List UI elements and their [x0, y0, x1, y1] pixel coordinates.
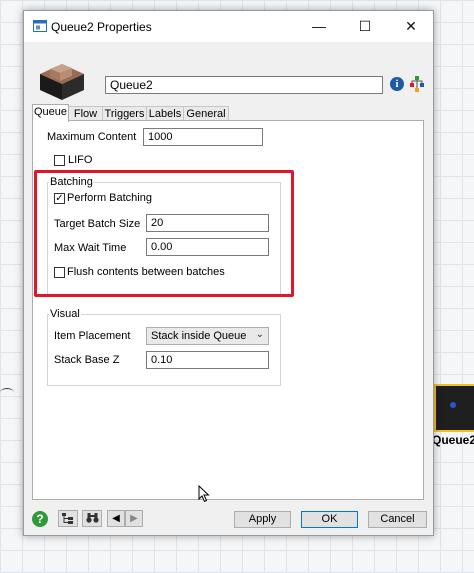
- tree-view-button[interactable]: [58, 510, 78, 527]
- object-center-dot: [450, 402, 456, 408]
- item-placement-value: Stack inside Queue: [151, 330, 247, 342]
- info-icon[interactable]: i: [390, 77, 404, 91]
- dialog-button-bar: ? ◀ ▶ Apply OK Cancel: [24, 503, 433, 535]
- properties-window: Queue2 Properties — ☐ ✕ i Queue Flow Tri…: [23, 10, 434, 536]
- visual-group: [47, 314, 281, 386]
- minimize-button[interactable]: —: [296, 11, 342, 42]
- max-wait-time-input[interactable]: [146, 238, 269, 256]
- stack-base-z-label: Stack Base Z: [54, 354, 120, 366]
- close-button[interactable]: ✕: [388, 11, 434, 42]
- lifo-label: LIFO: [68, 154, 93, 166]
- queue-tab-panel: Maximum Content LIFO Batching ✓ Perform …: [32, 120, 424, 500]
- perform-batching-checkbox[interactable]: ✓: [54, 193, 65, 204]
- tab-labels[interactable]: Labels: [146, 106, 184, 121]
- ok-button[interactable]: OK: [301, 511, 358, 528]
- item-placement-label: Item Placement: [54, 330, 131, 342]
- flush-contents-checkbox[interactable]: [54, 267, 65, 278]
- app-window-icon: [33, 20, 47, 32]
- queue2-model-object[interactable]: [434, 384, 474, 432]
- tree-icon: [62, 513, 73, 524]
- properties-tree-icon[interactable]: [410, 76, 424, 92]
- object-name-input[interactable]: [105, 76, 383, 94]
- target-batch-size-label: Target Batch Size: [54, 218, 141, 230]
- item-placement-dropdown[interactable]: Stack inside Queue ⌄: [146, 327, 269, 345]
- max-wait-time-label: Max Wait Time: [54, 242, 127, 254]
- tab-queue[interactable]: Queue: [32, 104, 69, 122]
- chevron-down-icon: ⌄: [255, 329, 264, 340]
- max-content-label: Maximum Content: [47, 131, 137, 143]
- tab-triggers[interactable]: Triggers: [102, 106, 147, 121]
- window-title: Queue2 Properties: [51, 20, 152, 34]
- flush-contents-label: Flush contents between batches: [67, 266, 225, 278]
- model-object-label: Queue2: [432, 433, 474, 447]
- tab-general[interactable]: General: [183, 106, 229, 121]
- apply-button[interactable]: Apply: [234, 511, 291, 528]
- title-bar[interactable]: Queue2 Properties — ☐ ✕: [24, 11, 433, 42]
- object-header: i: [24, 42, 433, 112]
- batching-group-title: Batching: [49, 176, 94, 188]
- mouse-cursor-icon: [198, 485, 210, 503]
- find-button[interactable]: [82, 510, 102, 527]
- maximize-button[interactable]: ☐: [342, 11, 388, 42]
- next-object-button[interactable]: ▶: [125, 510, 143, 527]
- target-batch-size-input[interactable]: [146, 214, 269, 232]
- visual-group-title: Visual: [49, 308, 81, 320]
- connector-line: [0, 388, 14, 397]
- max-content-input[interactable]: [143, 128, 263, 146]
- previous-object-button[interactable]: ◀: [107, 510, 125, 527]
- binoculars-icon: [85, 513, 99, 523]
- cancel-button[interactable]: Cancel: [368, 511, 427, 528]
- perform-batching-label: Perform Batching: [67, 192, 152, 204]
- queue-box-icon: [40, 64, 84, 100]
- lifo-checkbox[interactable]: [54, 155, 65, 166]
- help-icon[interactable]: ?: [32, 511, 48, 527]
- tab-flow[interactable]: Flow: [68, 106, 103, 121]
- stack-base-z-input[interactable]: [146, 351, 269, 369]
